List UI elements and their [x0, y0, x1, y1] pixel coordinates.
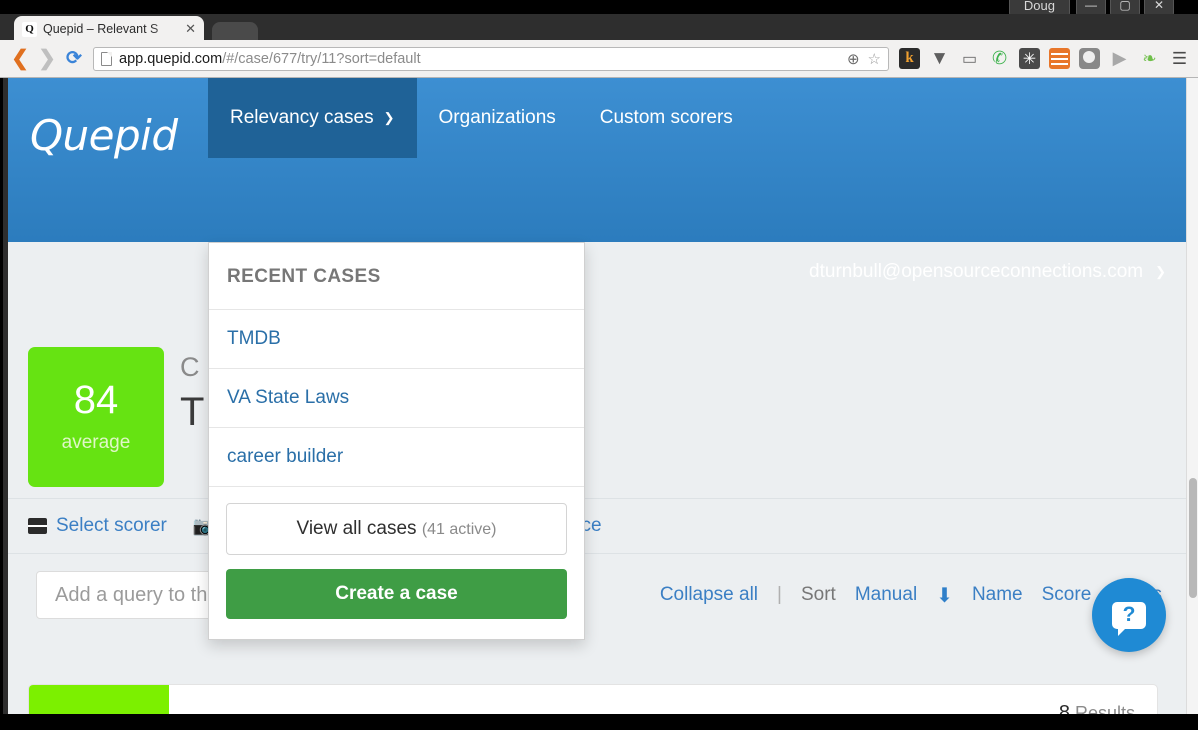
query-results-count: 8 [1058, 701, 1070, 715]
nav-item-organizations[interactable]: Organizations [417, 78, 578, 158]
pocket-extension-icon[interactable]: ▼ [929, 48, 950, 69]
page-scrollbar-thumb[interactable] [1189, 478, 1197, 598]
case-score-badge: 84 average [28, 347, 164, 487]
tab-favicon-icon: Q [22, 21, 37, 37]
bookmark-star-icon[interactable]: ☆ [868, 50, 881, 68]
window-left-edge-shadow [0, 78, 3, 714]
browser-tab[interactable]: Q Quepid – Relevant S ✕ [14, 16, 204, 42]
sort-manual-link[interactable]: Manual [855, 584, 917, 606]
create-case-button[interactable]: Create a case [226, 569, 567, 619]
tab-title: Quepid – Relevant S [43, 22, 159, 36]
nav-item-custom-scorers-label: Custom scorers [599, 107, 733, 128]
navbar-items: Relevancy cases ❯ Organizations Custom s… [208, 78, 755, 158]
page-viewport: Quepid Relevancy cases ❯ Organizations C… [0, 78, 1198, 714]
browser-toolbar: ❮ ❯ ⟳ app.quepid.com /#/case/677/try/11?… [0, 40, 1198, 78]
dropdown-item-tmdb[interactable]: TMDB [209, 310, 584, 369]
address-bar[interactable]: app.quepid.com /#/case/677/try/11?sort=d… [93, 46, 889, 71]
comment-extension-icon[interactable]: ▶ [1109, 48, 1130, 69]
view-all-cases-label: View all cases [296, 518, 417, 539]
nav-item-custom-scorers[interactable]: Custom scorers [578, 78, 755, 158]
chevron-down-icon: ❯ [383, 110, 395, 125]
query-results-meta: 8 Results Unrated Results [1006, 702, 1135, 715]
query-controls: Collapse all | Sort Manual ⬇ Name Score … [0, 554, 1186, 636]
hangouts-extension-icon[interactable]: ✆ [989, 48, 1010, 69]
window-bottom-edge [0, 714, 1198, 730]
dropdown-header: RECENT CASES [209, 243, 584, 310]
sort-separator: | [777, 584, 782, 605]
forward-icon[interactable]: ❯ [35, 47, 59, 71]
collapse-all-link[interactable]: Collapse all [660, 584, 758, 606]
case-score-label: average [61, 432, 131, 453]
recent-cases-dropdown: RECENT CASES TMDB VA State Laws career b… [208, 242, 585, 640]
browser-menu-icon[interactable]: ☰ [1169, 48, 1190, 69]
query-sort-controls: Collapse all | Sort Manual ⬇ Name Score … [660, 583, 1162, 608]
extension-icons: k ▼ ▭ ✆ ✳ ▶ ❧ ☰ [895, 48, 1190, 69]
nav-item-relevancy-cases-label: Relevancy cases [230, 107, 374, 128]
action-select-scorer-label: Select scorer [56, 515, 167, 536]
browser-tabstrip: Q Quepid – Relevant S ✕ [0, 14, 1198, 42]
new-tab-button[interactable] [212, 22, 258, 42]
sort-score-link[interactable]: Score [1042, 584, 1092, 606]
moon-extension-icon[interactable] [1079, 48, 1100, 69]
case-score-value: 84 [73, 378, 119, 422]
query-results-count-row: 8 Results [1006, 702, 1135, 715]
cast-extension-icon[interactable]: ▭ [959, 48, 980, 69]
page-info-icon[interactable] [101, 51, 112, 66]
query-results-label: Results [1074, 702, 1135, 715]
page-scrollbar[interactable] [1186, 78, 1198, 714]
sort-label: Sort [800, 584, 836, 605]
case-meta-label: C [180, 352, 200, 382]
action-select-scorer[interactable]: Select scorer [28, 515, 167, 537]
dropdown-item-va-state-laws[interactable]: VA State Laws [209, 369, 584, 428]
scorer-icon [28, 518, 47, 534]
nav-item-relevancy-cases[interactable]: Relevancy cases ❯ [208, 78, 417, 158]
screen: Doug — ▢ ✕ Q Quepid – Relevant S ✕ ❮ ❯ ⟳… [0, 0, 1198, 730]
leaf-extension-icon[interactable]: ❧ [1139, 48, 1160, 69]
help-chat-button[interactable]: ? [1092, 578, 1166, 652]
stripes-extension-icon[interactable] [1049, 48, 1070, 69]
sort-direction-down-icon[interactable]: ⬇ [936, 583, 953, 608]
nav-item-organizations-label: Organizations [438, 107, 556, 128]
zoom-indicator-icon[interactable]: ⊕ [847, 50, 860, 68]
case-title: T [180, 390, 205, 434]
kite-extension-icon[interactable]: k [899, 48, 920, 69]
dropdown-item-career-builder[interactable]: career builder [209, 428, 584, 487]
quepid-logo[interactable]: Quepid [30, 111, 178, 160]
query-score-badge: 70 [29, 685, 169, 714]
case-actions-toolbar: Select scorer 📷 nots ➶ Share case 🔧 Tune… [0, 498, 1186, 554]
sort-name-link[interactable]: Name [972, 584, 1023, 606]
back-icon[interactable]: ❮ [8, 47, 32, 71]
help-question-icon: ? [1112, 601, 1146, 636]
tab-close-icon[interactable]: ✕ [185, 21, 196, 37]
view-all-cases-button[interactable]: View all cases (41 active) [226, 503, 567, 555]
asterisk-extension-icon[interactable]: ✳ [1019, 48, 1040, 69]
view-all-cases-count: (41 active) [421, 521, 497, 538]
app-navbar: Quepid Relevancy cases ❯ Organizations C… [0, 78, 1198, 242]
case-header: 84 average C T [0, 242, 1186, 487]
url-path: /#/case/677/try/11?sort=default [222, 50, 421, 67]
query-row[interactable]: 70 scorsese 8 Results Unrated Results [28, 684, 1158, 714]
url-host: app.quepid.com [119, 50, 223, 67]
dropdown-footer: View all cases (41 active) Create a case [209, 487, 584, 639]
reload-icon[interactable]: ⟳ [62, 47, 86, 71]
